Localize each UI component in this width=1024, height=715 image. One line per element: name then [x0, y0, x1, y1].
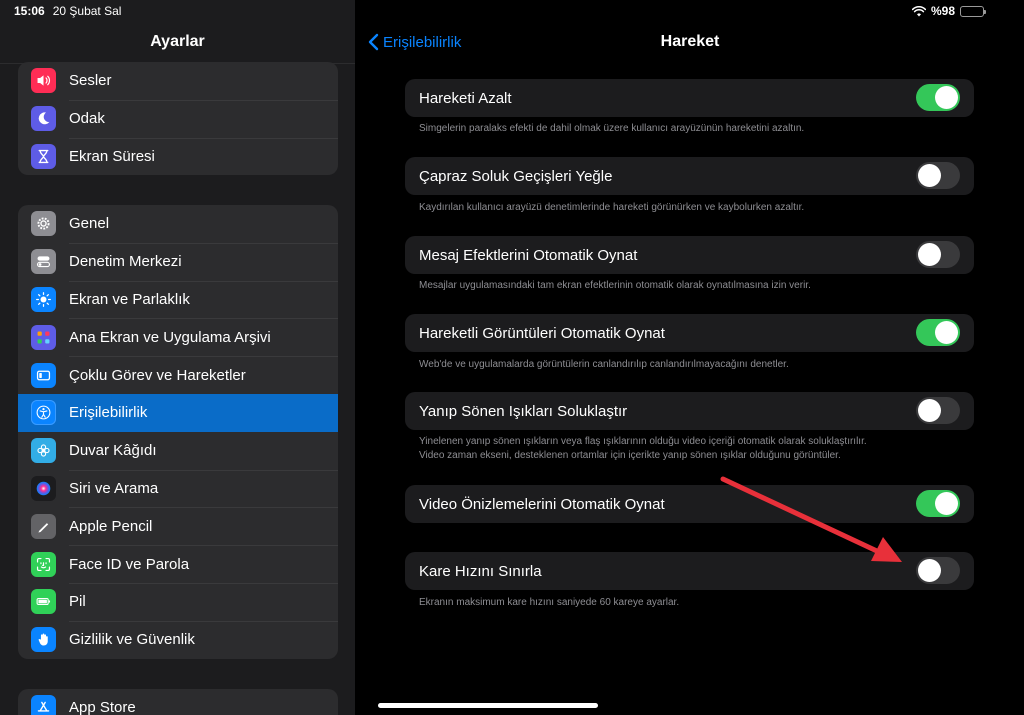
sidebar-item-label: Erişilebilirlik — [69, 404, 148, 422]
pencil-icon — [31, 513, 56, 539]
sidebar-item-label: Duvar Kâğıdı — [69, 442, 157, 460]
sidebar-item-label: Ana Ekran ve Uygulama Arşivi — [69, 328, 271, 346]
detail-pane: %98 Erişilebilirlik Hareket Hareketi Aza… — [356, 0, 1024, 715]
sidebar-group-sounds-focus: Sesler Odak Ekran Süresi — [18, 62, 338, 176]
sidebar-item-apple-pencil[interactable]: Apple Pencil — [18, 507, 338, 545]
sidebar-item-home-screen[interactable]: Ana Ekran ve Uygulama Arşivi — [18, 318, 338, 356]
sidebar-item-face-id[interactable]: Face ID ve Parola — [18, 545, 338, 583]
sidebar-item-label: Sesler — [69, 72, 112, 90]
sidebar-item-battery[interactable]: Pil — [18, 582, 338, 621]
sidebar-item-sounds[interactable]: Sesler — [18, 62, 338, 100]
sidebar-group-general: Genel Denetim Merkezi Ekran ve Parlaklık… — [18, 205, 338, 659]
sidebar-item-label: Siri ve Arama — [69, 479, 159, 497]
sidebar-item-label: App Store — [69, 699, 136, 715]
sidebar-item-wallpaper[interactable]: Duvar Kâğıdı — [18, 432, 338, 470]
sidebar-item-siri-search[interactable]: Siri ve Arama — [18, 469, 338, 508]
sidebar-item-label: Apple Pencil — [69, 517, 153, 535]
sidebar-item-label: Pil — [69, 593, 86, 611]
sidebar-item-accessibility[interactable]: Erişilebilirlik — [18, 393, 338, 432]
sidebar-item-focus[interactable]: Odak — [18, 99, 338, 138]
sidebar-item-label: Denetim Merkezi — [69, 253, 182, 271]
sidebar-item-label: Ekran Süresi — [69, 147, 155, 165]
flower-icon — [31, 438, 56, 464]
speaker-icon — [31, 68, 56, 94]
sidebar-title: Ayarlar — [150, 33, 205, 50]
face-id-icon — [31, 551, 56, 577]
sidebar-item-label: Genel — [69, 215, 110, 233]
sidebar-item-control-center[interactable]: Denetim Merkezi — [18, 242, 338, 281]
sidebar-item-label: Face ID ve Parola — [69, 555, 190, 573]
sidebar-group-store: App Store — [18, 689, 338, 715]
home-indicator — [378, 703, 598, 708]
sidebar-item-display-brightness[interactable]: Ekran ve Parlaklık — [18, 280, 338, 319]
sidebar: 15:06 20 Şubat Sal Ayarlar Sesler Odak Ek… — [0, 0, 355, 715]
battery-icon — [31, 589, 56, 615]
status-time: 15:06 — [14, 4, 45, 18]
sidebar-item-app-store[interactable]: App Store — [18, 689, 338, 715]
status-date: 20 Şubat Sal — [52, 4, 122, 18]
sidebar-item-screen-time[interactable]: Ekran Süresi — [18, 137, 338, 176]
switches-icon — [31, 249, 56, 275]
accessibility-icon — [31, 400, 56, 426]
sidebar-item-general[interactable]: Genel — [18, 205, 338, 243]
sidebar-item-multitasking[interactable]: Çoklu Görev ve Hareketler — [18, 356, 338, 394]
hand-icon — [31, 627, 56, 653]
moon-icon — [31, 106, 56, 132]
app-store-icon — [31, 695, 56, 715]
sidebar-item-label: Çoklu Görev ve Hareketler — [69, 366, 246, 384]
app-grid-icon — [31, 324, 56, 350]
sidebar-item-label: Odak — [69, 110, 105, 128]
siri-icon — [31, 475, 56, 501]
sidebar-item-label: Gizlilik ve Güvenlik — [69, 631, 195, 649]
hourglass-icon — [31, 143, 56, 169]
sidebar-item-label: Ekran ve Parlaklık — [69, 290, 190, 308]
sun-icon — [31, 286, 56, 312]
multitasking-icon — [31, 362, 56, 388]
gear-icon — [31, 211, 56, 237]
sidebar-item-privacy-security[interactable]: Gizlilik ve Güvenlik — [18, 620, 338, 659]
status-bar-left: 15:06 20 Şubat Sal — [14, 4, 121, 18]
annotation-arrow-icon — [720, 476, 902, 562]
